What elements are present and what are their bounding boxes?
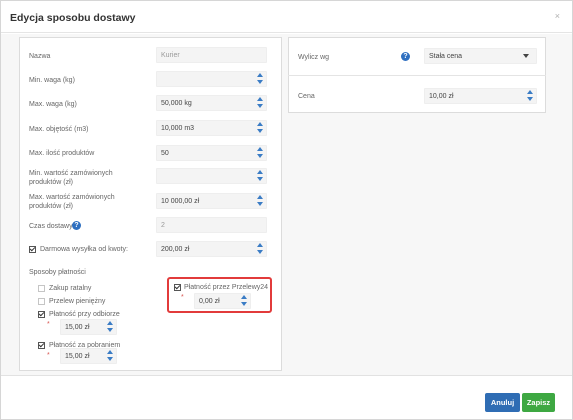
dialog-header: Edycja sposobu dostawy × xyxy=(1,1,572,33)
price-stepper-icon[interactable] xyxy=(527,90,533,102)
name-label: Nazwa xyxy=(29,53,51,60)
price-label: Cena xyxy=(298,93,315,100)
calc-by-select[interactable]: Stała cena xyxy=(424,48,537,64)
przelewy24-label: Płatność przez Przelewy24 xyxy=(184,284,269,291)
max-weight-value: 50,000 kg xyxy=(161,100,192,107)
required-marker: * xyxy=(181,294,184,301)
min-order-label-line2: produktów (zł) xyxy=(29,179,73,186)
installment-checkbox[interactable] xyxy=(38,285,45,292)
min-weight-label: Min. waga (kg) xyxy=(29,77,75,84)
free-shipping-stepper-icon[interactable] xyxy=(257,243,263,255)
pay-on-pickup-field[interactable]: 15,00 zł xyxy=(60,319,117,335)
max-order-stepper-icon[interactable] xyxy=(257,195,263,207)
cancel-button[interactable]: Anuluj xyxy=(485,393,520,412)
help-icon[interactable]: ? xyxy=(401,52,410,61)
cash-on-delivery-field[interactable]: 15,00 zł xyxy=(60,348,117,364)
bank-transfer-checkbox[interactable] xyxy=(38,298,45,305)
max-products-field[interactable]: 50 xyxy=(156,145,267,161)
pay-on-pickup-checkbox[interactable] xyxy=(38,311,45,318)
dialog-title: Edycja sposobu dostawy xyxy=(10,12,136,24)
max-order-value: 10 000,00 zł xyxy=(161,198,200,205)
max-weight-label: Max. waga (kg) xyxy=(29,101,77,108)
name-field[interactable]: Kurier xyxy=(156,47,267,63)
max-order-label: Max. wartość zamówionych produktów (zł) xyxy=(29,193,115,211)
bank-transfer-label: Przelew pieniężny xyxy=(49,298,106,305)
pay-on-pickup-stepper-icon[interactable] xyxy=(107,321,113,333)
free-shipping-value: 200,00 zł xyxy=(161,246,190,253)
cash-on-delivery-stepper-icon[interactable] xyxy=(107,350,113,362)
save-button[interactable]: Zapisz xyxy=(522,393,555,412)
free-shipping-label: Darmowa wysyłka od kwoty: xyxy=(40,246,128,253)
pay-on-pickup-value: 15,00 zł xyxy=(65,324,90,331)
cash-on-delivery-value: 15,00 zł xyxy=(65,353,90,360)
price-field[interactable]: 10,00 zł xyxy=(424,88,537,104)
free-shipping-field[interactable]: 200,00 zł xyxy=(156,241,267,257)
max-volume-field[interactable]: 10,000 m3 xyxy=(156,120,267,136)
required-marker: * xyxy=(47,321,50,328)
delivery-time-label: Czas dostawy xyxy=(29,223,73,230)
min-order-label: Min. wartość zamówionych produktów (zł) xyxy=(29,169,113,187)
max-weight-field[interactable]: 50,000 kg xyxy=(156,95,267,111)
max-products-label: Max. ilość produktów xyxy=(29,150,95,157)
max-weight-stepper-icon[interactable] xyxy=(257,97,263,109)
free-shipping-checkbox[interactable] xyxy=(29,246,36,253)
przelewy24-value: 0,00 zł xyxy=(199,298,220,305)
required-marker: * xyxy=(47,352,50,359)
min-order-stepper-icon[interactable] xyxy=(257,170,263,182)
max-products-value: 50 xyxy=(161,150,169,157)
max-order-label-line2: produktów (zł) xyxy=(29,203,73,210)
max-order-field[interactable]: 10 000,00 zł xyxy=(156,193,267,209)
max-products-stepper-icon[interactable] xyxy=(257,147,263,159)
max-volume-value: 10,000 m3 xyxy=(161,125,195,132)
min-order-field[interactable] xyxy=(156,168,267,184)
installment-label: Zakup ratalny xyxy=(49,285,92,292)
delivery-method-dialog: Edycja sposobu dostawy × Nazwa Kurier Mi… xyxy=(0,0,573,420)
pay-on-pickup-label: Płatność przy odbiorze xyxy=(49,311,120,318)
przelewy24-checkbox[interactable] xyxy=(174,284,181,291)
max-order-label-line1: Max. wartość zamówionych xyxy=(29,194,115,201)
divider xyxy=(288,75,546,76)
przelewy24-stepper-icon[interactable] xyxy=(241,295,247,307)
min-weight-stepper-icon[interactable] xyxy=(257,73,263,85)
payment-methods-label: Sposoby płatności xyxy=(29,269,86,276)
help-icon[interactable]: ? xyxy=(72,221,81,230)
chevron-down-icon[interactable] xyxy=(523,54,529,58)
price-value: 10,00 zł xyxy=(429,93,454,100)
max-volume-label: Max. objętość (m3) xyxy=(29,126,89,133)
close-icon[interactable]: × xyxy=(555,11,560,21)
calc-by-label: Wylicz wg xyxy=(298,54,330,61)
min-order-label-line1: Min. wartość zamówionych xyxy=(29,170,113,177)
przelewy24-field[interactable]: 0,00 zł xyxy=(194,293,251,309)
delivery-time-field[interactable]: 2 xyxy=(156,217,267,233)
cash-on-delivery-checkbox[interactable] xyxy=(38,342,45,349)
max-volume-stepper-icon[interactable] xyxy=(257,122,263,134)
min-weight-field[interactable] xyxy=(156,71,267,87)
calc-by-value: Stała cena xyxy=(429,53,463,60)
